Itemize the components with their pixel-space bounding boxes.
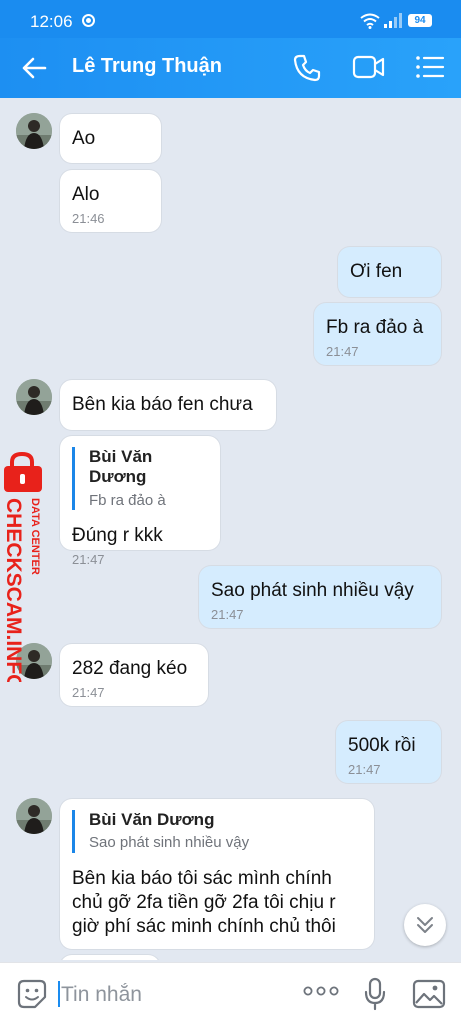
avatar[interactable] <box>16 379 52 415</box>
phone-call-icon[interactable] <box>292 53 322 83</box>
message-time: 21:47 <box>211 607 244 623</box>
quote-author: Bùi Văn Dương <box>89 447 153 487</box>
message-outgoing[interactable]: Sao phát sinh nhiều vậy 21:47 <box>199 566 441 628</box>
signal-icon <box>384 13 402 28</box>
chat-header: Lê Trung Thuận <box>0 38 461 98</box>
message-incoming[interactable]: Alo 21:46 <box>60 170 161 232</box>
message-text: Ơi fen <box>350 261 403 282</box>
message-text: Đúng r kkk <box>72 524 163 546</box>
message-text: Bên kia báo tôi sác mình chính chủ gỡ 2f… <box>72 867 336 938</box>
message-incoming[interactable]: 282 đang kéo 21:47 <box>60 644 208 706</box>
quote-text: Sao phát sinh nhiều vậy <box>89 834 250 852</box>
message-outgoing[interactable]: Ơi fen <box>338 247 441 297</box>
scroll-to-bottom-button[interactable] <box>404 904 446 946</box>
message-time: 21:47 <box>326 344 359 360</box>
menu-list-icon[interactable] <box>415 54 445 80</box>
message-text: 282 đang kéo <box>72 658 188 679</box>
microphone-icon[interactable] <box>363 977 387 1011</box>
message-text: Bên kia báo fen chưa <box>72 394 253 415</box>
quote-text: Fb ra đảo à <box>89 491 166 509</box>
message-incoming[interactable]: Bên kia báo fen chưa <box>60 380 276 430</box>
message-input[interactable] <box>61 981 281 1009</box>
message-text: 500k rồi <box>348 735 416 756</box>
quote-author: Bùi Văn Dương <box>89 810 215 829</box>
watermark-subtitle: DATA CENTER <box>29 498 41 575</box>
video-call-icon[interactable] <box>352 54 386 80</box>
message-incoming[interactable]: Ao <box>60 114 161 163</box>
composer-bar <box>0 962 461 1024</box>
sticker-icon[interactable] <box>16 978 48 1010</box>
message-incoming[interactable] <box>60 955 160 960</box>
battery-icon: 94 <box>408 14 432 27</box>
message-time: 21:47 <box>348 762 381 778</box>
status-time: 12:06 <box>30 12 73 31</box>
status-bar: 12:06 94 <box>0 0 461 38</box>
avatar[interactable] <box>16 798 52 834</box>
message-text: Sao phát sinh nhiều vậy <box>211 580 414 601</box>
wifi-icon <box>360 13 380 29</box>
message-text: Fb ra đảo à <box>326 317 424 338</box>
message-outgoing[interactable]: 500k rồi 21:47 <box>336 721 441 783</box>
reply-quote[interactable]: Bùi Văn Dương Sao phát sinh nhiều vậy <box>72 810 362 853</box>
message-time: 21:46 <box>72 211 105 227</box>
back-arrow-icon[interactable] <box>20 54 48 82</box>
image-gallery-icon[interactable] <box>412 978 446 1010</box>
message-list[interactable]: Ao Alo 21:46 Ơi fen Fb ra đảo à 21:47 Bê… <box>0 98 461 960</box>
watermark-brand: CHECKSCAM.INFO <box>2 498 25 682</box>
message-outgoing[interactable]: Fb ra đảo à 21:47 <box>314 303 441 365</box>
notification-icon <box>82 14 95 27</box>
message-incoming-reply[interactable]: Bùi Văn Dương Fb ra đảo à Đúng r kkk 21:… <box>60 436 220 567</box>
message-time: 21:47 <box>72 685 105 701</box>
message-incoming-reply[interactable]: Bùi Văn Dương Sao phát sinh nhiều vậy Bê… <box>60 799 374 949</box>
avatar[interactable] <box>16 113 52 149</box>
message-text: Ao <box>72 128 96 149</box>
text-cursor <box>58 981 60 1007</box>
message-text: Alo <box>72 184 100 205</box>
watermark: CHECKSCAM.INFO DATA CENTER <box>0 451 50 691</box>
double-chevron-down-icon <box>417 917 433 933</box>
reply-quote[interactable]: Bùi Văn Dương Fb ra đảo à <box>72 447 208 510</box>
contact-name[interactable]: Lê Trung Thuận <box>72 55 222 78</box>
message-time: 21:47 <box>72 552 105 568</box>
more-options-icon[interactable] <box>303 985 339 997</box>
